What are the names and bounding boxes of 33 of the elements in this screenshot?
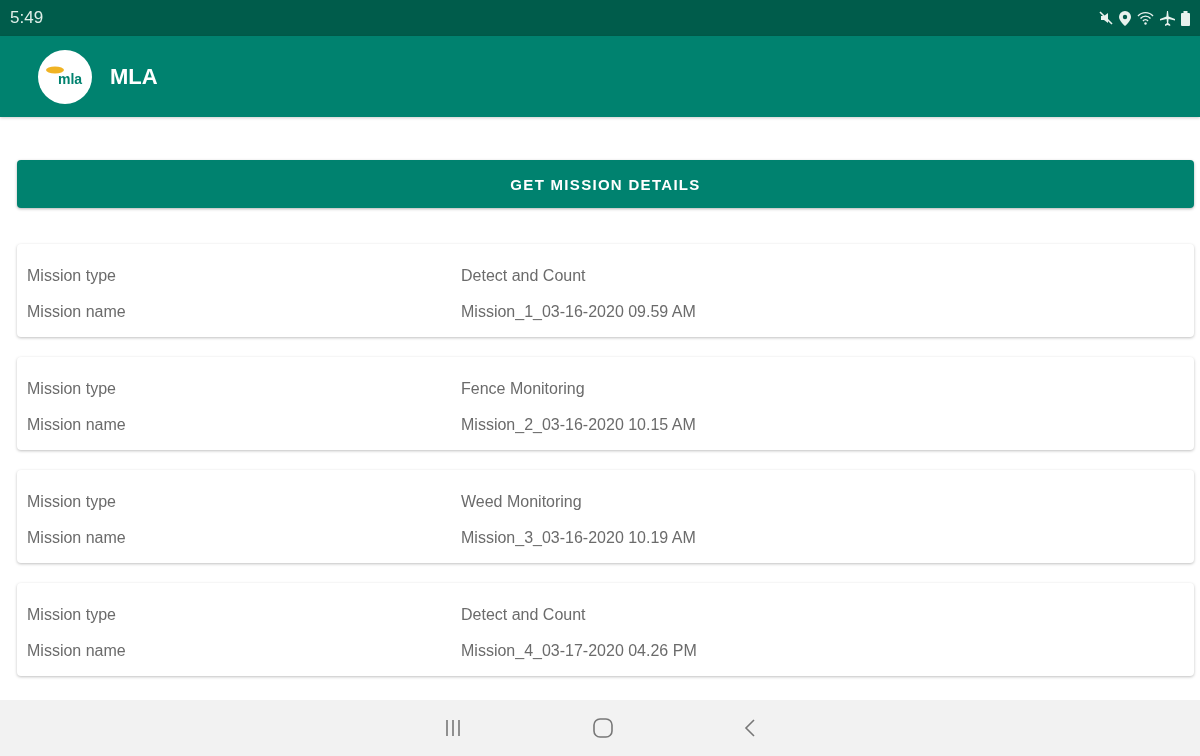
location-icon: [1119, 10, 1131, 26]
leaf-icon: [46, 65, 64, 74]
field-label: Mission type: [27, 493, 117, 511]
app-title: MLA: [110, 63, 158, 90]
back-icon[interactable]: [743, 718, 757, 738]
wifi-icon: [1137, 11, 1154, 25]
mission-card[interactable]: Mission type Detect and Count Mission name Mission_4_03-17-2020 04.26 PM: [17, 583, 1194, 676]
field-value: Mission_3_03-16-2020 10.19 AM: [461, 529, 697, 547]
mission-card[interactable]: Mission type Weed Monitoring Mission name Mission_3_03-16-2020 10.19 AM: [17, 470, 1194, 563]
logo-text: mla: [57, 70, 83, 87]
mission-card[interactable]: Mission type Fence Monitoring Mission name Mission_2_03-16-2020 10.15 AM: [17, 357, 1194, 450]
battery-icon: [1181, 10, 1190, 26]
field-label: Mission name: [27, 303, 127, 321]
field-value: Detect and Count: [461, 606, 587, 624]
airplane-icon: [1160, 10, 1175, 26]
get-details-button[interactable]: GET MISSION DETAILS: [17, 160, 1194, 208]
field-label: Mission type: [27, 380, 117, 398]
field-value: Mission_1_03-16-2020 09.59 AM: [461, 303, 697, 321]
field-label: Mission name: [27, 416, 127, 434]
field-value: Weed Monitoring: [461, 493, 583, 511]
field-label: Mission type: [27, 267, 117, 285]
recents-icon[interactable]: [443, 719, 463, 737]
field-label: Mission name: [27, 529, 127, 547]
field-label: Mission name: [27, 642, 127, 660]
field-value: Fence Monitoring: [461, 380, 586, 398]
mute-icon: [1099, 11, 1113, 25]
field-value: Mission_4_03-17-2020 04.26 PM: [461, 642, 698, 660]
field-label: Mission type: [27, 606, 117, 624]
field-value: Mission_2_03-16-2020 10.15 AM: [461, 416, 697, 434]
mission-card[interactable]: Mission type Detect and Count Mission name Mission_1_03-16-2020 09.59 AM: [17, 244, 1194, 337]
home-icon[interactable]: [593, 718, 613, 738]
field-value: Detect and Count: [461, 267, 587, 285]
clock: 5:49: [10, 8, 44, 28]
